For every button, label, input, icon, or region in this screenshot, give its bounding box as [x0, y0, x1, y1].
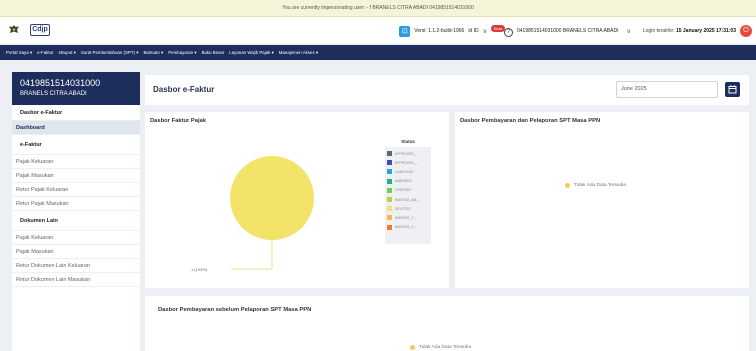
- logo[interactable]: Cdjp: [8, 24, 50, 36]
- legend-swatch: [387, 178, 392, 184]
- sidebar-item-retur-pajak-masukan[interactable]: Retur Pajak Masukan: [12, 197, 140, 211]
- sidebar-section-title: Dasbor e-Faktur: [12, 105, 140, 121]
- legend-swatch: [387, 197, 392, 203]
- sidebar-item-dl-pajak-keluaran[interactable]: Pajak Keluaran: [12, 231, 140, 245]
- legend-swatch: [387, 187, 392, 193]
- legend-swatch: [387, 215, 392, 221]
- legend-item[interactable]: APPROVED_...: [387, 158, 429, 167]
- nav-spt[interactable]: Surat Pemberitahuan (SPT) ▾: [81, 50, 139, 56]
- legend-swatch: [387, 206, 392, 212]
- legend-item[interactable]: WAITING_AM...: [387, 195, 429, 204]
- legend-item[interactable]: WAITING_C...: [387, 223, 429, 232]
- nav-efaktur[interactable]: e-Faktur: [37, 50, 53, 55]
- no-data-dot: [565, 183, 570, 188]
- page-header: Dasbor e-Faktur June 2025: [145, 75, 749, 105]
- faktur-pajak-panel: Dasbor Faktur Pajak 1 (100%) Status APPR…: [145, 112, 449, 288]
- nav-bantuan[interactable]: Bantuan ▾: [143, 50, 163, 56]
- legend-label: APPROVED_...: [395, 151, 419, 156]
- nav-portal-saya[interactable]: Portal Saya ▾: [6, 50, 32, 56]
- legend-item[interactable]: CANCELED: [387, 167, 429, 176]
- panel-title-pembayaran: Dasbor Pembayaran dan Pelaporan SPT Masa…: [460, 118, 601, 124]
- taxpayer-npwp: 0419851514031000: [20, 78, 101, 88]
- legend-item[interactable]: AMENDED: [387, 177, 429, 186]
- version-info-icon: ⊡: [399, 25, 411, 37]
- garuda-emblem-icon: [9, 25, 19, 33]
- top-header: Cdjp ⊡ Versi: 1.1.2-build-1966 id ID ∨ B…: [0, 17, 756, 45]
- legend-label: APPROVED_...: [395, 160, 419, 165]
- no-data-label: Tidak Ada Data Tersedia: [574, 183, 626, 188]
- taxpayer-name: BRANELS CITRA ABADI: [20, 91, 87, 97]
- legend-label: WAITING_AM...: [395, 197, 420, 202]
- sidebar-item-dashboard[interactable]: Dashboard: [12, 121, 140, 135]
- legend-label: CANCELED: [395, 169, 414, 174]
- brand-logo: Cdjp: [30, 24, 50, 36]
- legend-list: APPROVED_... APPROVED_... CANCELED AMENDED C…: [385, 147, 431, 244]
- calendar-button[interactable]: [725, 82, 740, 97]
- no-data-dot: [410, 345, 415, 350]
- last-login-label: Login terakhir:: [642, 28, 675, 34]
- sidebar-item-retur-dl-masukan[interactable]: Retur Dokumen Lain Masukan: [12, 273, 140, 287]
- legend-item[interactable]: APPROVED_...: [387, 149, 429, 158]
- legend-swatch: [387, 169, 392, 175]
- impersonation-banner: You are currently impersonating user: - …: [0, 0, 756, 17]
- nav-layanan[interactable]: Layanan Wajib Pajak ▾: [229, 50, 274, 56]
- pembayaran-sebelum-panel: Dasbor Pembayaran sebelum Pelaporan SPT …: [145, 296, 749, 351]
- nav-ebupot[interactable]: eBupot ▾: [58, 50, 75, 56]
- legend-label: WAITING_C...: [395, 225, 417, 230]
- header-right: ⊡ Versi: 1.1.2-build-1966 id ID ∨ Beta ?…: [399, 22, 752, 40]
- sidebar-item-dl-pajak-masukan[interactable]: Pajak Masukan: [12, 245, 140, 259]
- chevron-down-icon[interactable]: ∨: [483, 28, 487, 35]
- legend-title: Status: [401, 139, 415, 144]
- pembayaran-pelaporan-panel: Dasbor Pembayaran dan Pelaporan SPT Masa…: [455, 112, 749, 288]
- nav-pembayaran[interactable]: Pembayaran ▾: [168, 50, 196, 56]
- legend-swatch: [387, 224, 392, 230]
- no-data-legend: Tidak Ada Data Tersedia: [565, 183, 626, 188]
- sidebar-item-pajak-masukan[interactable]: Pajak Masukan: [12, 169, 140, 183]
- legend-swatch: [387, 160, 392, 166]
- version-label: Versi: 1.1.2-build-1966: [414, 28, 465, 34]
- sidebar-item-pajak-keluaran[interactable]: Pajak Keluaran: [12, 155, 140, 169]
- sidebar-item-retur-pajak-keluaran[interactable]: Retur Pajak Keluaran: [12, 183, 140, 197]
- main-nav: Portal Saya ▾ e-Faktur eBupot ▾ Surat Pe…: [0, 45, 756, 60]
- legend-label: DELETED: [395, 206, 411, 211]
- chart-legend: Status APPROVED_... APPROVED_... CANCELED A…: [385, 139, 431, 245]
- legend-label: WAITING_T...: [395, 215, 416, 220]
- pie-data-label: 1 (100%): [191, 267, 208, 272]
- page-title: Dasbor e-Faktur: [153, 85, 215, 94]
- language-select[interactable]: id ID: [468, 28, 478, 34]
- no-data-legend-2: Tidak Ada Data Tersedia: [410, 345, 471, 350]
- legend-item[interactable]: DELETED: [387, 204, 429, 213]
- pie-slice[interactable]: [230, 156, 314, 240]
- legend-label: AMENDED: [395, 179, 412, 184]
- last-login-time: 15 January 2025 17:31:03: [675, 28, 736, 34]
- sidebar-item-retur-dl-keluaran[interactable]: Retur Dokumen Lain Keluaran: [12, 259, 140, 273]
- nav-buku-besar[interactable]: Buku Besar: [202, 50, 225, 55]
- legend-item[interactable]: CREATED: [387, 186, 429, 195]
- legend-swatch: [387, 151, 392, 157]
- sidebar-group-dokumen-lain: Dokumen Lain: [12, 211, 140, 231]
- sidebar: 0419851514031000 BRANELS CITRA ABADI Das…: [12, 72, 140, 351]
- legend-label: CREATED: [395, 188, 411, 193]
- panel-title-pembayaran-sebelum: Dasbor Pembayaran sebelum Pelaporan SPT …: [158, 307, 312, 313]
- no-data-label-2: Tidak Ada Data Tersedia: [419, 345, 471, 350]
- period-input[interactable]: June 2025: [616, 81, 718, 98]
- beta-help[interactable]: Beta ?: [491, 25, 513, 37]
- sidebar-group-efaktur: e-Faktur: [12, 135, 140, 155]
- calendar-icon: [728, 85, 737, 94]
- taxpayer-selector[interactable]: 0419851514031000 BRANELS CITRA ABADI: [517, 28, 618, 34]
- legend-item[interactable]: WAITING_T...: [387, 213, 429, 222]
- logout-icon[interactable]: ⏻: [740, 25, 752, 37]
- last-login: Login terakhir: 15 January 2025 17:31:03: [643, 28, 736, 34]
- taxpayer-card: 0419851514031000 BRANELS CITRA ABADI: [12, 72, 140, 105]
- nav-manajemen-akses[interactable]: Manajemen Akses ▾: [279, 50, 318, 56]
- chevron-down-icon[interactable]: ∨: [626, 28, 630, 35]
- help-icon[interactable]: ?: [504, 28, 513, 37]
